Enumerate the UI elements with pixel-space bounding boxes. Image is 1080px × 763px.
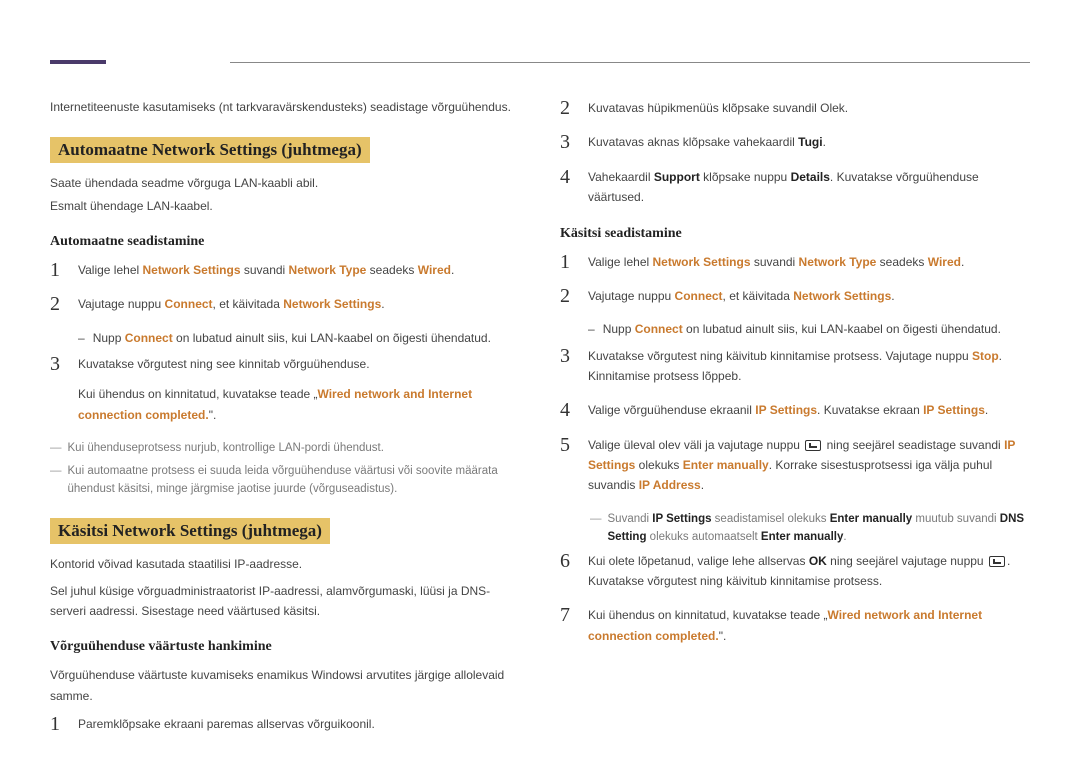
- step-item: 7 Kui ühendus on kinnitatud, kuvatakse t…: [560, 605, 1030, 646]
- step-number: 1: [50, 714, 66, 734]
- body-line: Sel juhul küsige võrguadministraatorist …: [50, 581, 520, 622]
- step-item: 2 Vajutage nuppu Connect, et käivitada N…: [560, 286, 1030, 306]
- sub-note: Nupp Connect on lubatud ainult siis, kui…: [78, 329, 520, 348]
- step-number: 3: [560, 132, 576, 152]
- left-column: Internetiteenuste kasutamiseks (nt tarkv…: [50, 98, 520, 749]
- step-number: 3: [50, 354, 66, 374]
- step-item: 4 Valige võrguühenduse ekraanil IP Setti…: [560, 400, 1030, 420]
- section-heading-auto: Automaatne Network Settings (juhtmega): [50, 137, 370, 163]
- step-body: Valige üleval olev väli ja vajutage nupp…: [588, 435, 1030, 496]
- step-body: Kui ühendus on kinnitatud, kuvatakse tea…: [588, 605, 1030, 646]
- footnote: Suvandi IP Settings seadistamisel olekuk…: [590, 510, 1030, 547]
- right-column: 2 Kuvatavas hüpikmenüüs klõpsake suvandi…: [560, 98, 1030, 749]
- step-number: 1: [50, 260, 66, 280]
- step-number: 3: [560, 346, 576, 366]
- step-body: Kuvatavas hüpikmenüüs klõpsake suvandil …: [588, 98, 1030, 118]
- step-body: Kuvatavas aknas klõpsake vahekaardil Tug…: [588, 132, 1030, 152]
- step-item: 1 Valige lehel Network Settings suvandi …: [50, 260, 520, 280]
- step-body: Valige lehel Network Settings suvandi Ne…: [78, 260, 520, 280]
- step-body: Kuvatakse võrgutest ning see kinnitab võ…: [78, 354, 520, 425]
- step-item: 2 Vajutage nuppu Connect, et käivitada N…: [50, 294, 520, 314]
- step-item: 1 Paremklõpsake ekraani paremas allserva…: [50, 714, 520, 734]
- intro-text: Internetiteenuste kasutamiseks (nt tarkv…: [50, 98, 520, 117]
- step-item: 3 Kuvatakse võrgutest ning käivitub kinn…: [560, 346, 1030, 387]
- subheading-obtain-values: Võrguühenduse väärtuste hankimine: [50, 639, 520, 655]
- subheading-auto-setup: Automaatne seadistamine: [50, 234, 520, 250]
- footnote: Kui ühenduseprotsess nurjub, kontrollige…: [50, 439, 520, 457]
- step-body: Vahekaardil Support klõpsake nuppu Detai…: [588, 167, 1030, 208]
- body-line: Kontorid võivad kasutada staatilisi IP-a…: [50, 554, 520, 574]
- step-number: 6: [560, 551, 576, 571]
- step-number: 4: [560, 167, 576, 187]
- step-item: 1 Valige lehel Network Settings suvandi …: [560, 252, 1030, 272]
- step-number: 4: [560, 400, 576, 420]
- step-body: Kuvatakse võrgutest ning käivitub kinnit…: [588, 346, 1030, 387]
- subheading-manual-setup: Käsitsi seadistamine: [560, 226, 1030, 242]
- header-rule: [230, 62, 1030, 63]
- remote-enter-icon: [805, 440, 821, 451]
- step-number: 7: [560, 605, 576, 625]
- two-column-layout: Internetiteenuste kasutamiseks (nt tarkv…: [50, 98, 1030, 749]
- step-number: 5: [560, 435, 576, 455]
- step-number: 2: [560, 98, 576, 118]
- body-line: Saate ühendada seadme võrguga LAN-kaabli…: [50, 173, 520, 193]
- step-number: 2: [50, 294, 66, 314]
- step-item: 6 Kui olete lõpetanud, valige lehe allse…: [560, 551, 1030, 592]
- step-number: 2: [560, 286, 576, 306]
- step-body: Valige võrguühenduse ekraanil IP Setting…: [588, 400, 1030, 420]
- remote-enter-icon: [989, 556, 1005, 567]
- accent-mark: [50, 60, 106, 64]
- step-body: Valige lehel Network Settings suvandi Ne…: [588, 252, 1030, 272]
- step-item: 3 Kuvatavas aknas klõpsake vahekaardil T…: [560, 132, 1030, 152]
- footnote: Kui automaatne protsess ei suuda leida v…: [50, 462, 520, 499]
- section-heading-manual: Käsitsi Network Settings (juhtmega): [50, 518, 330, 544]
- step-item: 3 Kuvatakse võrgutest ning see kinnitab …: [50, 354, 520, 425]
- document-page: Internetiteenuste kasutamiseks (nt tarkv…: [0, 0, 1080, 763]
- step-item: 5 Valige üleval olev väli ja vajutage nu…: [560, 435, 1030, 496]
- body-line: Esmalt ühendage LAN-kaabel.: [50, 196, 520, 216]
- step-number: 1: [560, 252, 576, 272]
- step-body: Paremklõpsake ekraani paremas allservas …: [78, 714, 520, 734]
- step-item: 2 Kuvatavas hüpikmenüüs klõpsake suvandi…: [560, 98, 1030, 118]
- step-body: Vajutage nuppu Connect, et käivitada Net…: [78, 294, 520, 314]
- step-item: 4 Vahekaardil Support klõpsake nuppu Det…: [560, 167, 1030, 208]
- step-body: Kui olete lõpetanud, valige lehe allserv…: [588, 551, 1030, 592]
- sub-note: Nupp Connect on lubatud ainult siis, kui…: [588, 320, 1030, 339]
- body-line: Võrguühenduse väärtuste kuvamiseks enami…: [50, 665, 520, 706]
- step-body: Vajutage nuppu Connect, et käivitada Net…: [588, 286, 1030, 306]
